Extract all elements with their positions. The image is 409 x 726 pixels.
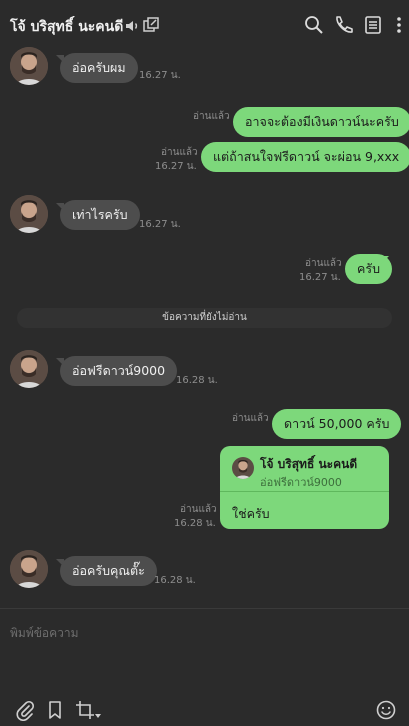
reply-body-text: ใช่ครับ xyxy=(232,506,270,521)
chat-title[interactable]: โจ้ บริสุทธิ์ นะคนดี xyxy=(10,16,123,38)
message-bubble-incoming[interactable]: อ่อครับคุณตั๊ะ xyxy=(60,556,157,586)
message-bubble-incoming[interactable]: อ่อฟรีดาวน์9000 xyxy=(60,356,178,386)
bubble-tail xyxy=(381,256,389,264)
external-window-icon[interactable] xyxy=(140,15,162,37)
bubble-tail xyxy=(381,411,389,419)
reply-message-bubble[interactable]: โจ้ บริสุทธิ์ นะคนดี อ่อฟรีดาวน์9000 ใช่… xyxy=(220,446,389,529)
avatar[interactable] xyxy=(10,47,48,85)
quoted-avatar xyxy=(232,457,254,479)
message-time: 16.27 น. xyxy=(155,161,197,172)
search-icon[interactable] xyxy=(303,14,325,36)
emoji-icon[interactable] xyxy=(375,699,397,721)
quoted-message[interactable]: โจ้ บริสุทธิ์ นะคนดี อ่อฟรีดาวน์9000 xyxy=(220,446,389,492)
quoted-text: อ่อฟรีดาวน์9000 xyxy=(260,476,342,489)
chevron-down-icon[interactable] xyxy=(94,705,102,718)
avatar[interactable] xyxy=(10,350,48,388)
message-input[interactable]: พิมพ์ข้อความ xyxy=(10,624,79,643)
read-receipt: อ่านแล้ว xyxy=(305,258,342,269)
message-time: 16.27 น. xyxy=(139,70,181,81)
message-bubble-incoming[interactable]: อ่อครับผม xyxy=(60,53,138,83)
message-time: 16.28 น. xyxy=(176,375,218,386)
quoted-sender-name: โจ้ บริสุทธิ์ นะคนดี xyxy=(260,457,358,471)
avatar[interactable] xyxy=(10,550,48,588)
more-icon[interactable] xyxy=(388,14,409,36)
unread-divider: ข้อความที่ยังไม่อ่าน xyxy=(17,308,392,328)
message-composer: พิมพ์ข้อความ xyxy=(0,608,409,726)
message-time: 16.28 น. xyxy=(154,575,196,586)
message-time: 16.28 น. xyxy=(174,518,216,529)
paperclip-icon[interactable] xyxy=(14,699,36,721)
phone-icon[interactable] xyxy=(332,14,354,36)
notes-icon[interactable] xyxy=(362,14,384,36)
read-receipt: อ่านแล้ว xyxy=(232,413,269,424)
bookmark-icon[interactable] xyxy=(44,699,66,721)
bubble-tail xyxy=(381,109,389,117)
message-bubble-incoming[interactable]: เท่าไรครับ xyxy=(60,200,140,230)
read-receipt: อ่านแล้ว xyxy=(180,504,217,515)
avatar[interactable] xyxy=(10,195,48,233)
read-receipt: อ่านแล้ว xyxy=(161,147,198,158)
message-time: 16.27 น. xyxy=(139,219,181,230)
crop-icon[interactable] xyxy=(74,699,96,721)
message-time: 16.27 น. xyxy=(299,272,341,283)
read-receipt: อ่านแล้ว xyxy=(193,111,230,122)
message-bubble-outgoing[interactable]: แต่ถ้าสนใจฟรีดาวน์ จะผ่อน 9,xxx xyxy=(201,142,409,172)
